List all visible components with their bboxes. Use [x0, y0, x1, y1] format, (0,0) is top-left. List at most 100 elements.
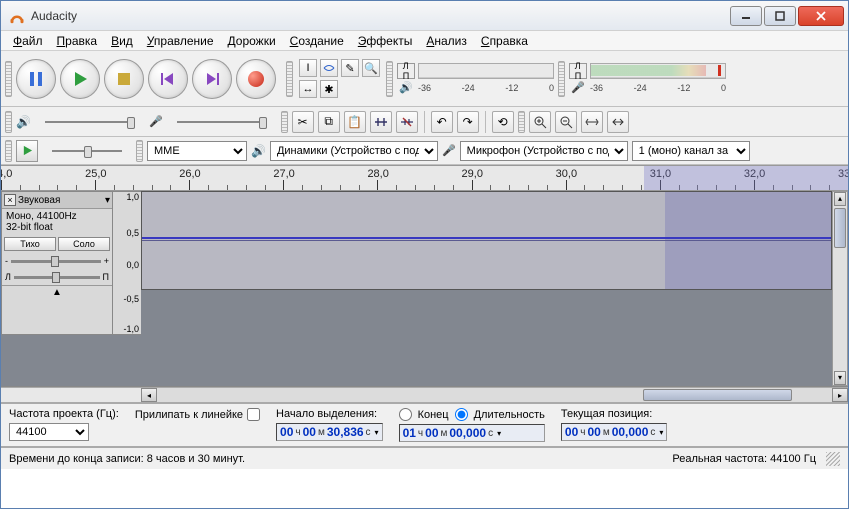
- project-rate-select[interactable]: 44100: [9, 423, 89, 441]
- selection-start-time[interactable]: 00ч 00м 30,836с▾: [276, 423, 383, 441]
- status-right: Реальная частота: 44100 Гц: [672, 453, 816, 465]
- skip-start-button[interactable]: [148, 59, 188, 99]
- pause-button[interactable]: [16, 59, 56, 99]
- play-button[interactable]: [60, 59, 100, 99]
- playback-meter[interactable]: [418, 63, 554, 79]
- silence-button[interactable]: [396, 111, 418, 133]
- toolbar-grip[interactable]: [286, 61, 293, 97]
- meter-tick: -12: [505, 83, 518, 93]
- snap-checkbox[interactable]: [247, 408, 260, 421]
- mic-icon: 🎤: [569, 81, 587, 94]
- input-channels-select[interactable]: 1 (моно) канал за: [632, 141, 750, 161]
- menu-view[interactable]: Вид: [105, 32, 139, 50]
- vertical-scrollbar[interactable]: ▴ ▾: [832, 191, 848, 386]
- toolbar-grip[interactable]: [281, 111, 288, 133]
- meter-tick: 0: [549, 83, 554, 93]
- selection-start-label: Начало выделения:: [276, 408, 383, 420]
- maximize-button[interactable]: [764, 6, 796, 26]
- solo-button[interactable]: Соло: [58, 237, 110, 251]
- menu-transport[interactable]: Управление: [141, 32, 220, 50]
- selection-length-label: Длительность: [474, 409, 545, 421]
- record-meter[interactable]: [590, 63, 726, 79]
- cut-button[interactable]: ✂: [292, 111, 314, 133]
- mute-button[interactable]: Тихо: [4, 237, 56, 251]
- timeline-ruler[interactable]: 24,025,026,027,028,029,030,031,032,033,0: [1, 165, 848, 191]
- paste-button[interactable]: 📋: [344, 111, 366, 133]
- menu-generate[interactable]: Создание: [284, 32, 350, 50]
- undo-button[interactable]: ↶: [431, 111, 453, 133]
- menu-tracks[interactable]: Дорожки: [222, 32, 282, 50]
- record-button[interactable]: [236, 59, 276, 99]
- track-close-button[interactable]: ×: [4, 194, 16, 206]
- selection-length-time[interactable]: 01ч 00м 00,000с▾: [399, 424, 545, 442]
- audio-position-time[interactable]: 00ч 00м 00,000с▾: [561, 423, 668, 441]
- minimize-button[interactable]: [730, 6, 762, 26]
- input-volume-slider[interactable]: [167, 112, 277, 132]
- selection-toolbar: Частота проекта (Гц): 44100 Прилипать к …: [1, 403, 848, 447]
- selection-tool-icon[interactable]: I: [299, 59, 317, 77]
- transport-toolbar: I ✎ 🔍 ↔ ✱ ЛП 🔊 -36 -24 -12 0 ЛП 🎤: [1, 51, 848, 107]
- tools-palette: I ✎ 🔍 ↔ ✱: [297, 57, 382, 100]
- resize-grip[interactable]: [826, 452, 840, 466]
- vertical-scale[interactable]: 1,0 0,5 0,0 -0,5 -1,0: [113, 191, 141, 335]
- track-collapse-button[interactable]: ▲: [2, 285, 112, 299]
- scroll-left-button[interactable]: ◂: [141, 388, 157, 402]
- close-button[interactable]: [798, 6, 844, 26]
- scroll-down-button[interactable]: ▾: [834, 371, 846, 385]
- output-device-select[interactable]: Динамики (Устройство с под: [270, 141, 438, 161]
- audio-host-select[interactable]: MME: [147, 141, 247, 161]
- toolbar-grip[interactable]: [5, 111, 12, 133]
- track-pan-slider[interactable]: ЛП: [2, 269, 112, 285]
- track-gain-slider[interactable]: -+: [2, 253, 112, 269]
- scroll-up-button[interactable]: ▴: [834, 192, 846, 206]
- track-format: Моно, 44100Hz 32-bit float: [2, 209, 112, 235]
- speaker-icon: 🔊: [251, 144, 266, 158]
- redo-button[interactable]: ↷: [457, 111, 479, 133]
- menu-edit[interactable]: Правка: [51, 32, 104, 50]
- selection-end-radio[interactable]: [399, 408, 412, 421]
- play-at-speed-button[interactable]: [16, 140, 38, 162]
- menu-analyze[interactable]: Анализ: [420, 32, 473, 50]
- statusbar: Времени до конца записи: 8 часов и 30 ми…: [1, 447, 848, 469]
- track-menu-dropdown-icon[interactable]: ▾: [105, 195, 110, 206]
- menu-file[interactable]: Файл: [7, 32, 49, 50]
- speaker-icon: 🔊: [397, 81, 415, 94]
- toolbar-grip[interactable]: [136, 140, 143, 162]
- playback-speed-slider[interactable]: [42, 141, 132, 161]
- selection-length-radio[interactable]: [455, 408, 468, 421]
- input-meter-toggle[interactable]: ЛП: [569, 63, 587, 79]
- output-meter-toggle[interactable]: ЛП: [397, 63, 415, 79]
- menu-help[interactable]: Справка: [475, 32, 534, 50]
- horizontal-scrollbar[interactable]: ◂ ▸: [1, 387, 848, 403]
- meter-tick: -12: [677, 83, 690, 93]
- toolbar-grip[interactable]: [558, 61, 565, 97]
- timeshift-tool-icon[interactable]: ↔: [299, 80, 317, 98]
- project-rate-label: Частота проекта (Гц):: [9, 408, 119, 420]
- skip-end-button[interactable]: [192, 59, 232, 99]
- toolbar-grip[interactable]: [386, 61, 393, 97]
- toolbar-grip[interactable]: [5, 140, 12, 162]
- fit-project-button[interactable]: [607, 111, 629, 133]
- toolbar-grip[interactable]: [518, 111, 525, 133]
- menu-effect[interactable]: Эффекты: [352, 32, 419, 50]
- envelope-tool-icon[interactable]: [320, 59, 338, 77]
- stop-button[interactable]: [104, 59, 144, 99]
- zoom-out-button[interactable]: [555, 111, 577, 133]
- track-area: × Звуковая ▾ Моно, 44100Hz 32-bit float …: [1, 191, 848, 387]
- sync-lock-button[interactable]: ⟲: [492, 111, 514, 133]
- fit-selection-button[interactable]: [581, 111, 603, 133]
- scroll-right-button[interactable]: ▸: [832, 388, 848, 402]
- multi-tool-icon[interactable]: ✱: [320, 80, 338, 98]
- track-name[interactable]: Звуковая: [18, 195, 103, 206]
- waveform-display[interactable]: [141, 191, 832, 290]
- input-device-select[interactable]: Микрофон (Устройство с под: [460, 141, 628, 161]
- draw-tool-icon[interactable]: ✎: [341, 59, 359, 77]
- audio-position-label: Текущая позиция:: [561, 408, 668, 420]
- trim-button[interactable]: [370, 111, 392, 133]
- zoom-in-button[interactable]: [529, 111, 551, 133]
- toolbar-grip[interactable]: [5, 61, 12, 97]
- zoom-tool-icon[interactable]: 🔍: [362, 59, 380, 77]
- copy-button[interactable]: ⧉: [318, 111, 340, 133]
- meter-tick: -24: [634, 83, 647, 93]
- output-volume-slider[interactable]: [35, 112, 145, 132]
